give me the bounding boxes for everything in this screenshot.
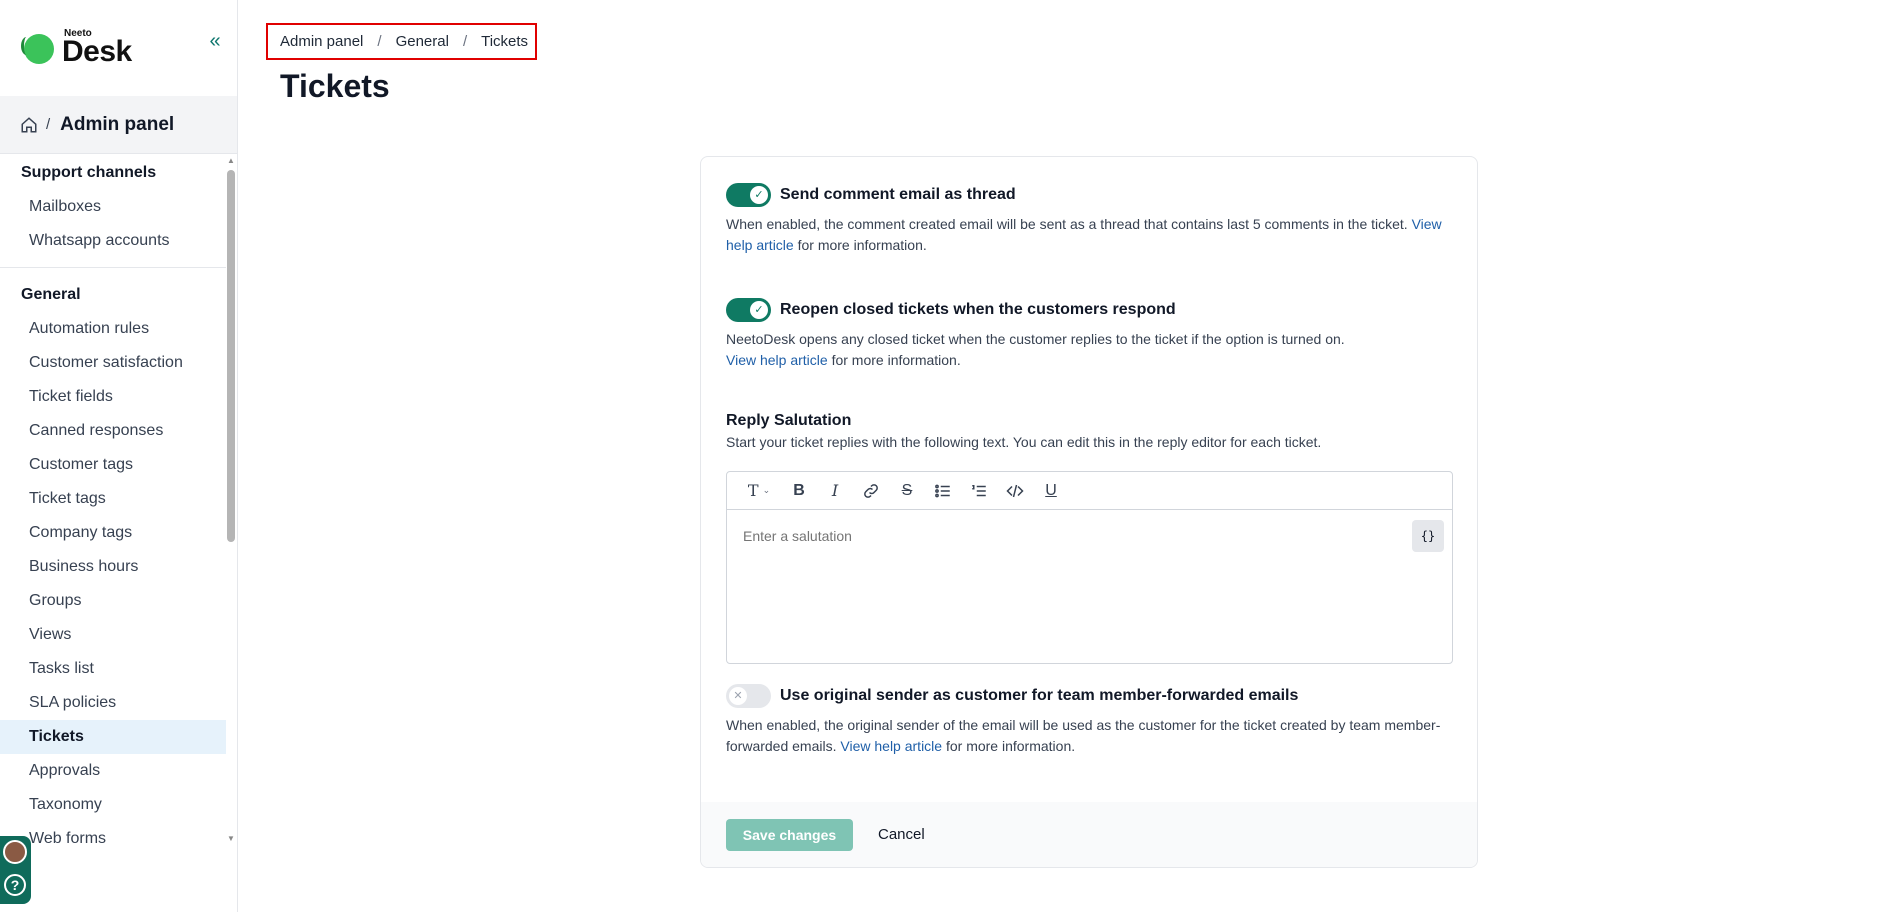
sidebar-item-whatsapp-accounts[interactable]: Whatsapp accounts	[0, 224, 226, 258]
link-icon[interactable]	[853, 476, 889, 506]
sidebar-item-approvals[interactable]: Approvals	[0, 754, 226, 788]
breadcrumb: Admin panel / General / Tickets	[266, 23, 537, 60]
setting-salutation: Reply Salutation Start your ticket repli…	[726, 412, 1456, 450]
original-sender-description: When enabled, the original sender of the…	[726, 715, 1456, 757]
strikethrough-icon[interactable]: S	[889, 476, 925, 506]
scroll-thumb[interactable]	[227, 170, 235, 542]
neetodesk-logo[interactable]: Neeto Desk	[21, 26, 162, 68]
sidebar: Neeto Desk « / Admin panel Support chann…	[0, 0, 238, 912]
breadcrumb-general[interactable]: General	[396, 33, 449, 50]
cancel-button[interactable]: Cancel	[878, 826, 925, 843]
sidebar-item-customer-satisfaction[interactable]: Customer satisfaction	[0, 346, 226, 380]
original-sender-toggle[interactable]: ✕	[726, 684, 771, 708]
sidebar-item-views[interactable]: Views	[0, 618, 226, 652]
text-style-icon[interactable]: T ⌄	[737, 476, 781, 506]
thread-desc-text: When enabled, the comment created email …	[726, 216, 1408, 232]
setting-reopen: ✓ Reopen closed tickets when the custome…	[726, 297, 1456, 371]
breadcrumb-tickets[interactable]: Tickets	[481, 33, 528, 50]
breadcrumb-separator: /	[462, 33, 468, 50]
user-widget: ?	[0, 836, 31, 904]
card-footer: Save changes Cancel	[701, 802, 1477, 867]
admin-header-title: Admin panel	[60, 113, 175, 135]
logo-icon	[21, 34, 54, 64]
sidebar-item-business-hours[interactable]: Business hours	[0, 550, 226, 584]
setting-original-sender: ✕ Use original sender as customer for te…	[726, 683, 1456, 757]
nav-section-general: General	[21, 286, 81, 303]
salutation-title: Reply Salutation	[726, 412, 852, 429]
settings-card: ✓ Send comment email as thread When enab…	[700, 156, 1478, 868]
original-sender-title: Use original sender as customer for team…	[780, 687, 1299, 704]
avatar[interactable]	[3, 840, 27, 864]
check-icon: ✓	[750, 186, 768, 204]
page-title: Tickets	[280, 68, 390, 104]
sidebar-scrollbar[interactable]: ▲ ▼	[226, 156, 236, 846]
check-icon: ✓	[750, 301, 768, 319]
reopen-title: Reopen closed tickets when the customers…	[780, 301, 1176, 318]
sidebar-nav: Support channels Mailboxes Whatsapp acco…	[0, 156, 226, 856]
original-sender-help-link[interactable]: View help article	[840, 738, 942, 754]
home-icon[interactable]	[20, 116, 38, 134]
code-icon[interactable]	[997, 476, 1033, 506]
sidebar-item-ticket-tags[interactable]: Ticket tags	[0, 482, 226, 516]
help-icon[interactable]: ?	[4, 874, 26, 896]
sidebar-item-ticket-fields[interactable]: Ticket fields	[0, 380, 226, 414]
salutation-editor: T⌄ B I S U {}	[726, 471, 1453, 664]
sidebar-item-automation-rules[interactable]: Automation rules	[0, 312, 226, 346]
thread-title: Send comment email as thread	[780, 186, 1016, 203]
reopen-desc-text: NeetoDesk opens any closed ticket when t…	[726, 331, 1345, 347]
variables-button[interactable]: {}	[1412, 520, 1444, 552]
close-icon: ✕	[729, 687, 747, 705]
thread-toggle[interactable]: ✓	[726, 183, 771, 207]
admin-header-separator: /	[46, 116, 51, 133]
sidebar-item-taxonomy[interactable]: Taxonomy	[0, 788, 226, 822]
editor-toolbar: T ⌄ B I S U	[727, 472, 1452, 510]
sidebar-item-web-forms[interactable]: Web forms	[0, 822, 226, 856]
original-sender-desc-text: When enabled, the original sender of the…	[726, 717, 1441, 754]
logo-big-text: Desk	[62, 35, 132, 68]
reopen-toggle[interactable]: ✓	[726, 298, 771, 322]
sidebar-item-canned-responses[interactable]: Canned responses	[0, 414, 226, 448]
bold-icon[interactable]: B	[781, 476, 817, 506]
setting-thread: ✓ Send comment email as thread When enab…	[726, 182, 1456, 256]
underline-icon[interactable]: U	[1033, 476, 1069, 506]
bullet-list-icon[interactable]	[925, 476, 961, 506]
reopen-description: NeetoDesk opens any closed ticket when t…	[726, 329, 1456, 371]
original-sender-desc-after: for more information.	[945, 738, 1076, 754]
italic-icon[interactable]: I	[817, 476, 853, 506]
admin-panel-header: / Admin panel	[0, 96, 237, 154]
sidebar-item-mailboxes[interactable]: Mailboxes	[0, 190, 226, 224]
sidebar-item-sla-policies[interactable]: SLA policies	[0, 686, 226, 720]
collapse-sidebar-icon[interactable]: «	[204, 30, 226, 52]
breadcrumb-admin-panel[interactable]: Admin panel	[280, 33, 363, 50]
nav-section-support-channels: Support channels	[21, 164, 157, 181]
thread-desc-after: for more information.	[797, 237, 927, 253]
sidebar-item-tickets[interactable]: Tickets	[0, 720, 226, 754]
salutation-description: Start your ticket replies with the follo…	[726, 434, 1322, 450]
breadcrumb-separator: /	[377, 33, 382, 50]
sidebar-item-tasks-list[interactable]: Tasks list	[0, 652, 226, 686]
reopen-desc-after: for more information.	[831, 352, 961, 368]
sidebar-item-company-tags[interactable]: Company tags	[0, 516, 226, 550]
save-button[interactable]: Save changes	[726, 818, 853, 851]
numbered-list-icon[interactable]	[961, 476, 997, 506]
thread-description: When enabled, the comment created email …	[726, 214, 1456, 256]
sidebar-item-customer-tags[interactable]: Customer tags	[0, 448, 226, 482]
salutation-input[interactable]	[743, 528, 1383, 544]
reopen-help-link[interactable]: View help article	[726, 352, 828, 368]
scroll-up-icon[interactable]: ▲	[227, 156, 235, 165]
sidebar-item-groups[interactable]: Groups	[0, 584, 226, 618]
nav-divider	[0, 267, 226, 268]
scroll-down-icon[interactable]: ▼	[227, 834, 235, 843]
